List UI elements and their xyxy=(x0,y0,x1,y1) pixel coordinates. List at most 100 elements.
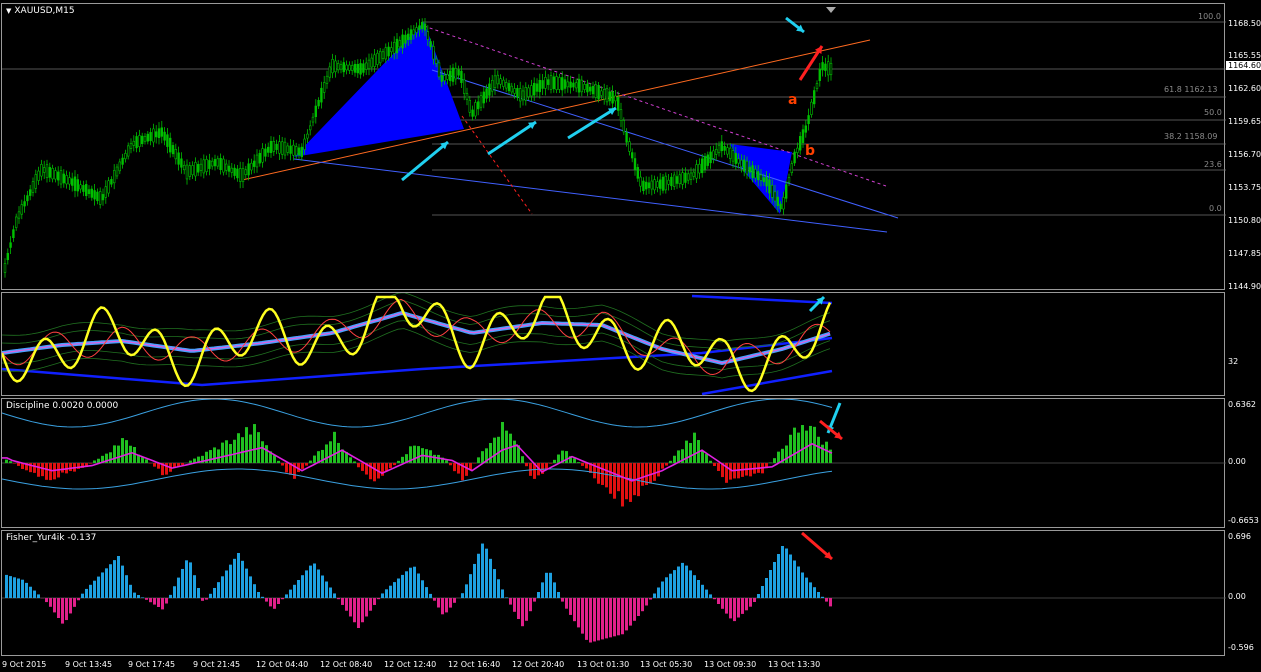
candle-body xyxy=(656,181,659,188)
candle-body xyxy=(742,159,746,172)
candle-body xyxy=(698,163,701,174)
candle-body xyxy=(197,164,200,173)
discipline-bar xyxy=(305,463,308,466)
fisher-bar xyxy=(209,593,212,598)
fisher-bar xyxy=(777,554,780,598)
discipline-bar xyxy=(113,445,116,463)
candle-body xyxy=(322,82,326,93)
fisher-bar xyxy=(405,571,408,598)
candle-body xyxy=(591,86,595,95)
fisher-bar xyxy=(529,598,532,612)
candle-body xyxy=(359,63,362,75)
cyan-arrow xyxy=(567,106,617,140)
fisher-bar xyxy=(497,579,500,598)
candle-body xyxy=(373,54,376,67)
candle-body xyxy=(549,75,553,90)
fisher-bar xyxy=(229,564,232,598)
candle-body xyxy=(180,158,183,168)
fisher-bar xyxy=(385,589,388,598)
candle-body xyxy=(485,88,488,99)
candle-body xyxy=(163,131,166,141)
candle-body xyxy=(611,91,614,104)
discipline-bar xyxy=(165,463,168,475)
fisher-pane[interactable]: Fisher_Yur4ik -0.137 xyxy=(1,530,1226,656)
fisher-bar xyxy=(49,598,52,607)
fisher-bar xyxy=(213,587,216,598)
fisher-bar xyxy=(109,564,112,598)
time-tick: 13 Oct 01:30 xyxy=(577,660,630,669)
fisher-bar xyxy=(761,586,764,598)
discipline-bar xyxy=(669,460,672,463)
candle-body xyxy=(420,21,424,30)
candle-body xyxy=(658,179,662,189)
discipline-upper-band xyxy=(2,399,833,428)
candle-body xyxy=(294,146,298,156)
candle-body xyxy=(99,191,102,205)
fisher-bar xyxy=(461,593,464,598)
discipline-bar xyxy=(385,463,388,472)
fisher-bar xyxy=(413,566,416,598)
discipline-bar xyxy=(265,445,268,463)
discipline-pane[interactable]: Discipline 0.0020 0.0000 xyxy=(1,398,1226,528)
fisher-bar xyxy=(585,598,588,640)
fisher-bar xyxy=(657,587,660,598)
fisher-bar xyxy=(281,598,284,600)
candle-body xyxy=(653,179,656,191)
fisher-bar xyxy=(277,598,280,604)
price-tick: 1165.55 xyxy=(1228,51,1261,60)
fib-label-236: 23.6 xyxy=(1204,160,1222,169)
candle-body xyxy=(174,149,177,160)
candle-body xyxy=(370,57,373,68)
fisher-bar xyxy=(765,578,768,598)
price-tick: 1162.60 xyxy=(1228,84,1261,93)
discipline-bar xyxy=(33,463,36,473)
fisher-bar xyxy=(293,584,296,598)
fisher-bar xyxy=(465,584,468,598)
fisher-bar xyxy=(309,565,312,598)
candle-body xyxy=(12,229,15,239)
fisher-bar xyxy=(809,582,812,598)
fisher-bar xyxy=(81,593,84,598)
fisher-bar xyxy=(437,598,440,608)
candle-body xyxy=(787,177,791,183)
fisher-bar xyxy=(73,598,76,607)
fisher-bar xyxy=(157,598,160,607)
main-chart-pane[interactable]: ▼ XAUUSD,M15 100.0 61.8 1162.13 50.0 38.2… xyxy=(1,3,1226,290)
discipline-scale: 0.6362 0.00 -0.6653 xyxy=(1225,398,1261,528)
candle-body xyxy=(264,148,267,157)
discipline-bar xyxy=(465,463,468,476)
candle-body xyxy=(353,63,357,73)
candle-body xyxy=(712,150,715,159)
candle-body xyxy=(73,176,77,191)
discipline-bar xyxy=(145,459,148,463)
candle-body xyxy=(71,178,74,186)
candle-body xyxy=(558,77,561,90)
discipline-bar xyxy=(237,433,240,463)
candle-body xyxy=(546,79,550,85)
fisher-bar xyxy=(589,598,592,643)
candle-body xyxy=(155,131,158,138)
fisher-bar xyxy=(289,589,292,598)
candle-body xyxy=(490,79,494,92)
candle-body xyxy=(48,167,52,178)
candle-body xyxy=(272,141,275,152)
candle-body xyxy=(132,140,135,146)
discipline-bar xyxy=(789,434,792,463)
candle-body xyxy=(703,156,707,170)
candle-body xyxy=(692,171,696,177)
discipline-bar xyxy=(693,432,696,463)
candle-body xyxy=(82,185,85,192)
fisher-bar xyxy=(65,598,68,621)
candle-body xyxy=(566,81,570,88)
candle-body xyxy=(686,173,690,181)
fisher-bar xyxy=(5,574,8,598)
oscillator-pane[interactable] xyxy=(1,292,1225,396)
fisher-bar xyxy=(269,598,272,607)
candle-body xyxy=(199,163,203,171)
candle-body xyxy=(754,169,757,179)
candle-body xyxy=(504,82,508,89)
candle-body xyxy=(437,62,441,78)
candle-body xyxy=(507,83,511,92)
candle-body xyxy=(608,91,612,102)
fisher-bar xyxy=(353,598,356,623)
